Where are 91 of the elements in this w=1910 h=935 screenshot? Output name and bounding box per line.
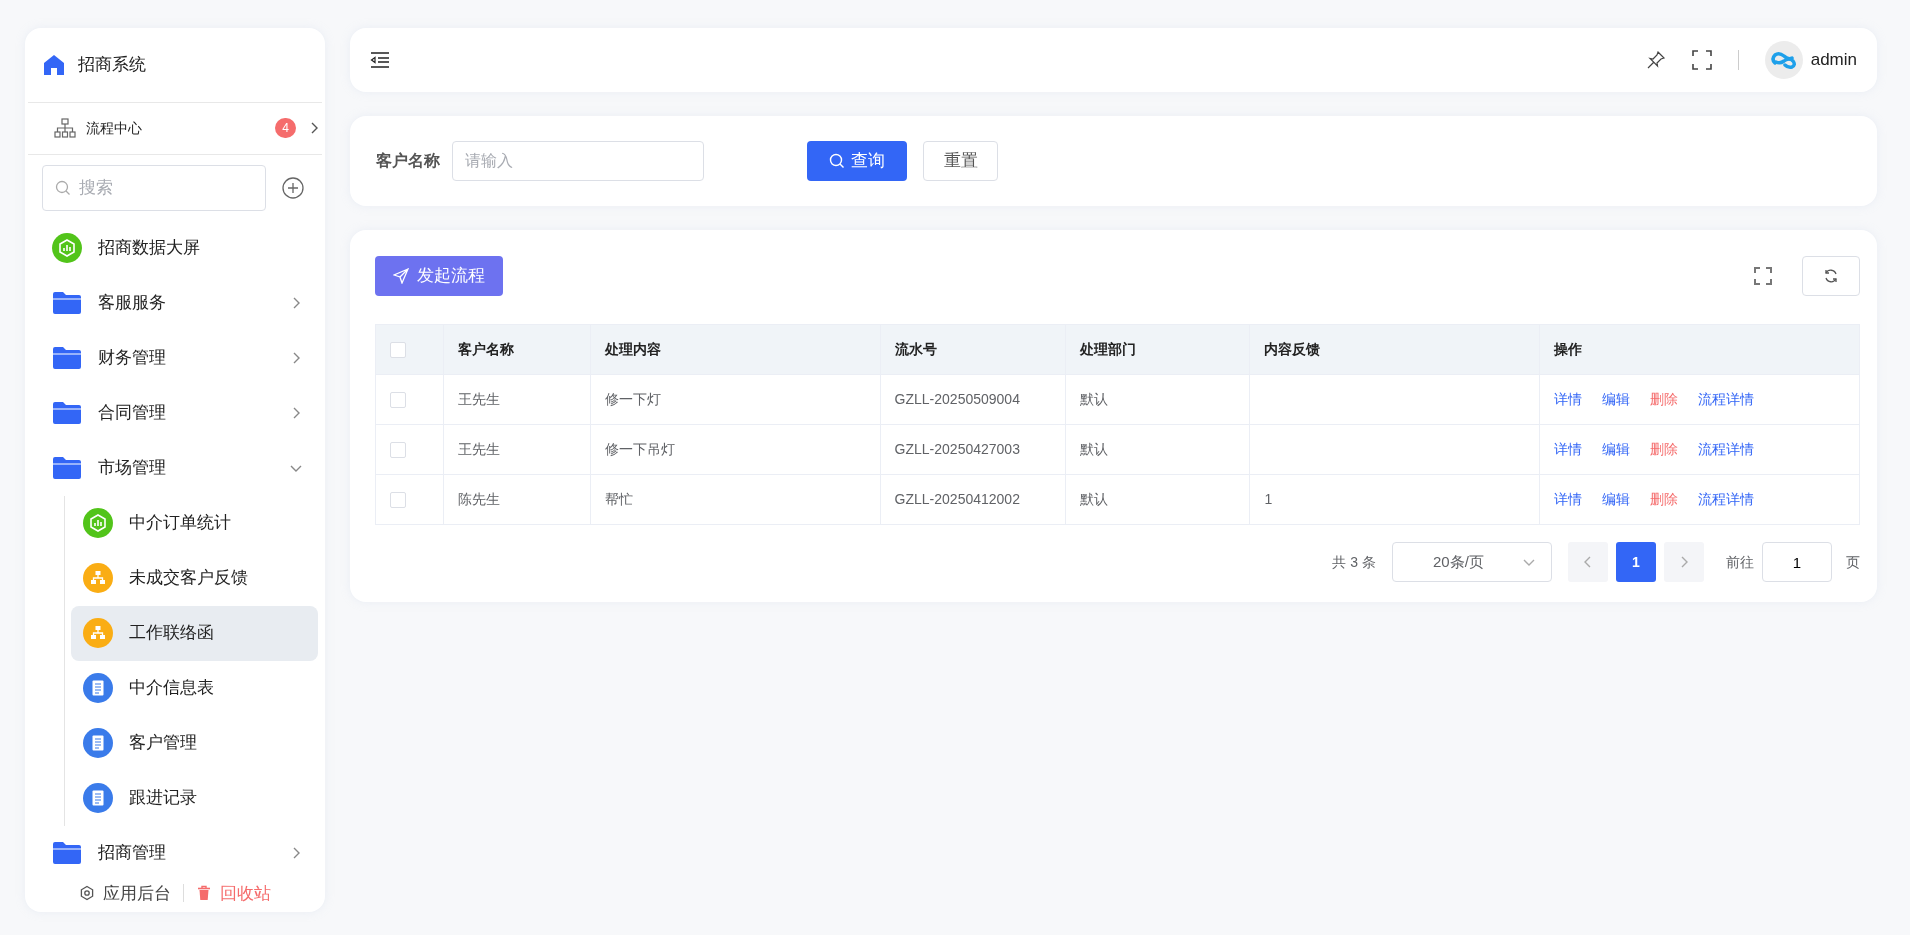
table-cell: 修一下吊灯 (590, 424, 881, 475)
customer-name-field[interactable]: 请输入 (452, 141, 704, 181)
table-cell: GZLL-20250412002 (880, 474, 1066, 525)
menu-item[interactable]: 市场管理 (32, 440, 318, 496)
pin-button[interactable] (1645, 50, 1666, 70)
field-label: 客户名称 (376, 151, 440, 171)
folder-icon (52, 291, 82, 315)
row-checkbox[interactable] (390, 392, 406, 409)
menu-item[interactable]: 合同管理 (32, 385, 318, 441)
org-chart-icon (54, 118, 76, 139)
menu-item[interactable]: 客户管理 (71, 715, 318, 771)
page-unit-label: 页 (1846, 552, 1860, 572)
folder-icon (52, 456, 82, 480)
menu-item[interactable]: 工作联络函 (71, 605, 318, 661)
table-cell: 陈先生 (443, 474, 591, 525)
process-center-link[interactable]: 流程中心 4 (28, 102, 322, 155)
table-cell: 默认 (1065, 474, 1250, 525)
menu-item[interactable]: 未成交客户反馈 (71, 550, 318, 606)
start-process-button[interactable]: 发起流程 (375, 256, 503, 296)
menu-item[interactable]: 跟进记录 (71, 770, 318, 826)
row-checkbox[interactable] (390, 492, 406, 509)
reset-button[interactable]: 重置 (923, 141, 998, 181)
action-link[interactable]: 编辑 (1602, 441, 1631, 457)
document-list-icon (83, 673, 113, 703)
column-header: 流水号 (880, 324, 1066, 375)
document-list-icon (83, 728, 113, 758)
plus-circle-icon (282, 176, 304, 199)
add-button[interactable] (282, 176, 304, 199)
select-all-checkbox[interactable] (390, 342, 406, 359)
search-button[interactable]: 查询 (807, 141, 907, 181)
refresh-button[interactable] (1802, 256, 1860, 296)
footer-link[interactable]: 应用后台 (79, 880, 171, 906)
table-cell: GZLL-20250427003 (880, 424, 1066, 475)
page-button[interactable]: 1 (1616, 542, 1656, 582)
table-cell: GZLL-20250509004 (880, 374, 1066, 425)
table-cell: 默认 (1065, 374, 1250, 425)
column-header: 内容反馈 (1249, 324, 1540, 375)
send-icon (393, 268, 409, 284)
menu-fold-icon (370, 51, 390, 69)
app-title: 招商系统 (78, 54, 146, 77)
action-link[interactable]: 详情 (1554, 441, 1583, 457)
home-icon (42, 52, 66, 77)
user-menu[interactable]: admin (1764, 41, 1857, 79)
column-header: 处理内容 (590, 324, 881, 375)
folder-icon (52, 346, 82, 370)
fullscreen-icon (1754, 267, 1772, 285)
table-cell: 帮忙 (590, 474, 881, 525)
table-cell: 王先生 (443, 424, 591, 475)
pin-icon (1645, 50, 1666, 70)
fullscreen-button[interactable] (1691, 50, 1712, 70)
total-count: 共 3 条 (1332, 552, 1376, 572)
menu-item[interactable]: 客服服务 (32, 275, 318, 331)
column-header: 处理部门 (1065, 324, 1250, 375)
action-link[interactable]: 编辑 (1602, 491, 1631, 507)
action-link[interactable]: 流程详情 (1698, 441, 1755, 457)
table-cell: 默认 (1065, 424, 1250, 475)
menu-item[interactable]: 财务管理 (32, 330, 318, 386)
folder-icon (52, 841, 82, 865)
table-cell: 王先生 (443, 374, 591, 425)
row-checkbox[interactable] (390, 442, 406, 459)
action-link[interactable]: 详情 (1554, 491, 1583, 507)
page-size-select[interactable]: 20条/页 (1392, 542, 1552, 582)
menu-item[interactable]: 招商管理 (32, 825, 318, 881)
cloud-logo-avatar (1764, 41, 1803, 79)
table-cell: 修一下灯 (590, 374, 881, 425)
column-header: 操作 (1539, 324, 1860, 375)
action-link[interactable]: 详情 (1554, 391, 1583, 407)
page-number-field[interactable]: 1 (1762, 542, 1832, 582)
menu-collapse-button[interactable] (370, 51, 390, 69)
menu-item[interactable]: 中介订单统计 (71, 495, 318, 551)
fullscreen-button[interactable] (1754, 267, 1772, 285)
hierarchy-icon (83, 618, 113, 648)
gear-icon (79, 885, 95, 902)
column-header: 客户名称 (443, 324, 591, 375)
table-cell: 1 (1249, 474, 1540, 525)
trash-icon (196, 885, 212, 902)
action-link[interactable]: 编辑 (1602, 391, 1631, 407)
menu-item[interactable]: 中介信息表 (71, 660, 318, 716)
process-center-label: 流程中心 (86, 118, 142, 138)
menu-item[interactable]: 招商数据大屏 (32, 220, 318, 276)
search-field[interactable]: 搜索 (42, 164, 266, 211)
count-badge: 4 (275, 118, 296, 139)
goto-label: 前往 (1726, 552, 1754, 572)
fullscreen-icon (1691, 50, 1712, 70)
document-list-icon (83, 783, 113, 813)
folder-icon (52, 401, 82, 425)
hierarchy-icon (83, 563, 113, 593)
action-link[interactable]: 流程详情 (1698, 491, 1755, 507)
action-link[interactable]: 流程详情 (1698, 391, 1755, 407)
search-icon (829, 153, 845, 169)
refresh-icon (1823, 268, 1839, 284)
